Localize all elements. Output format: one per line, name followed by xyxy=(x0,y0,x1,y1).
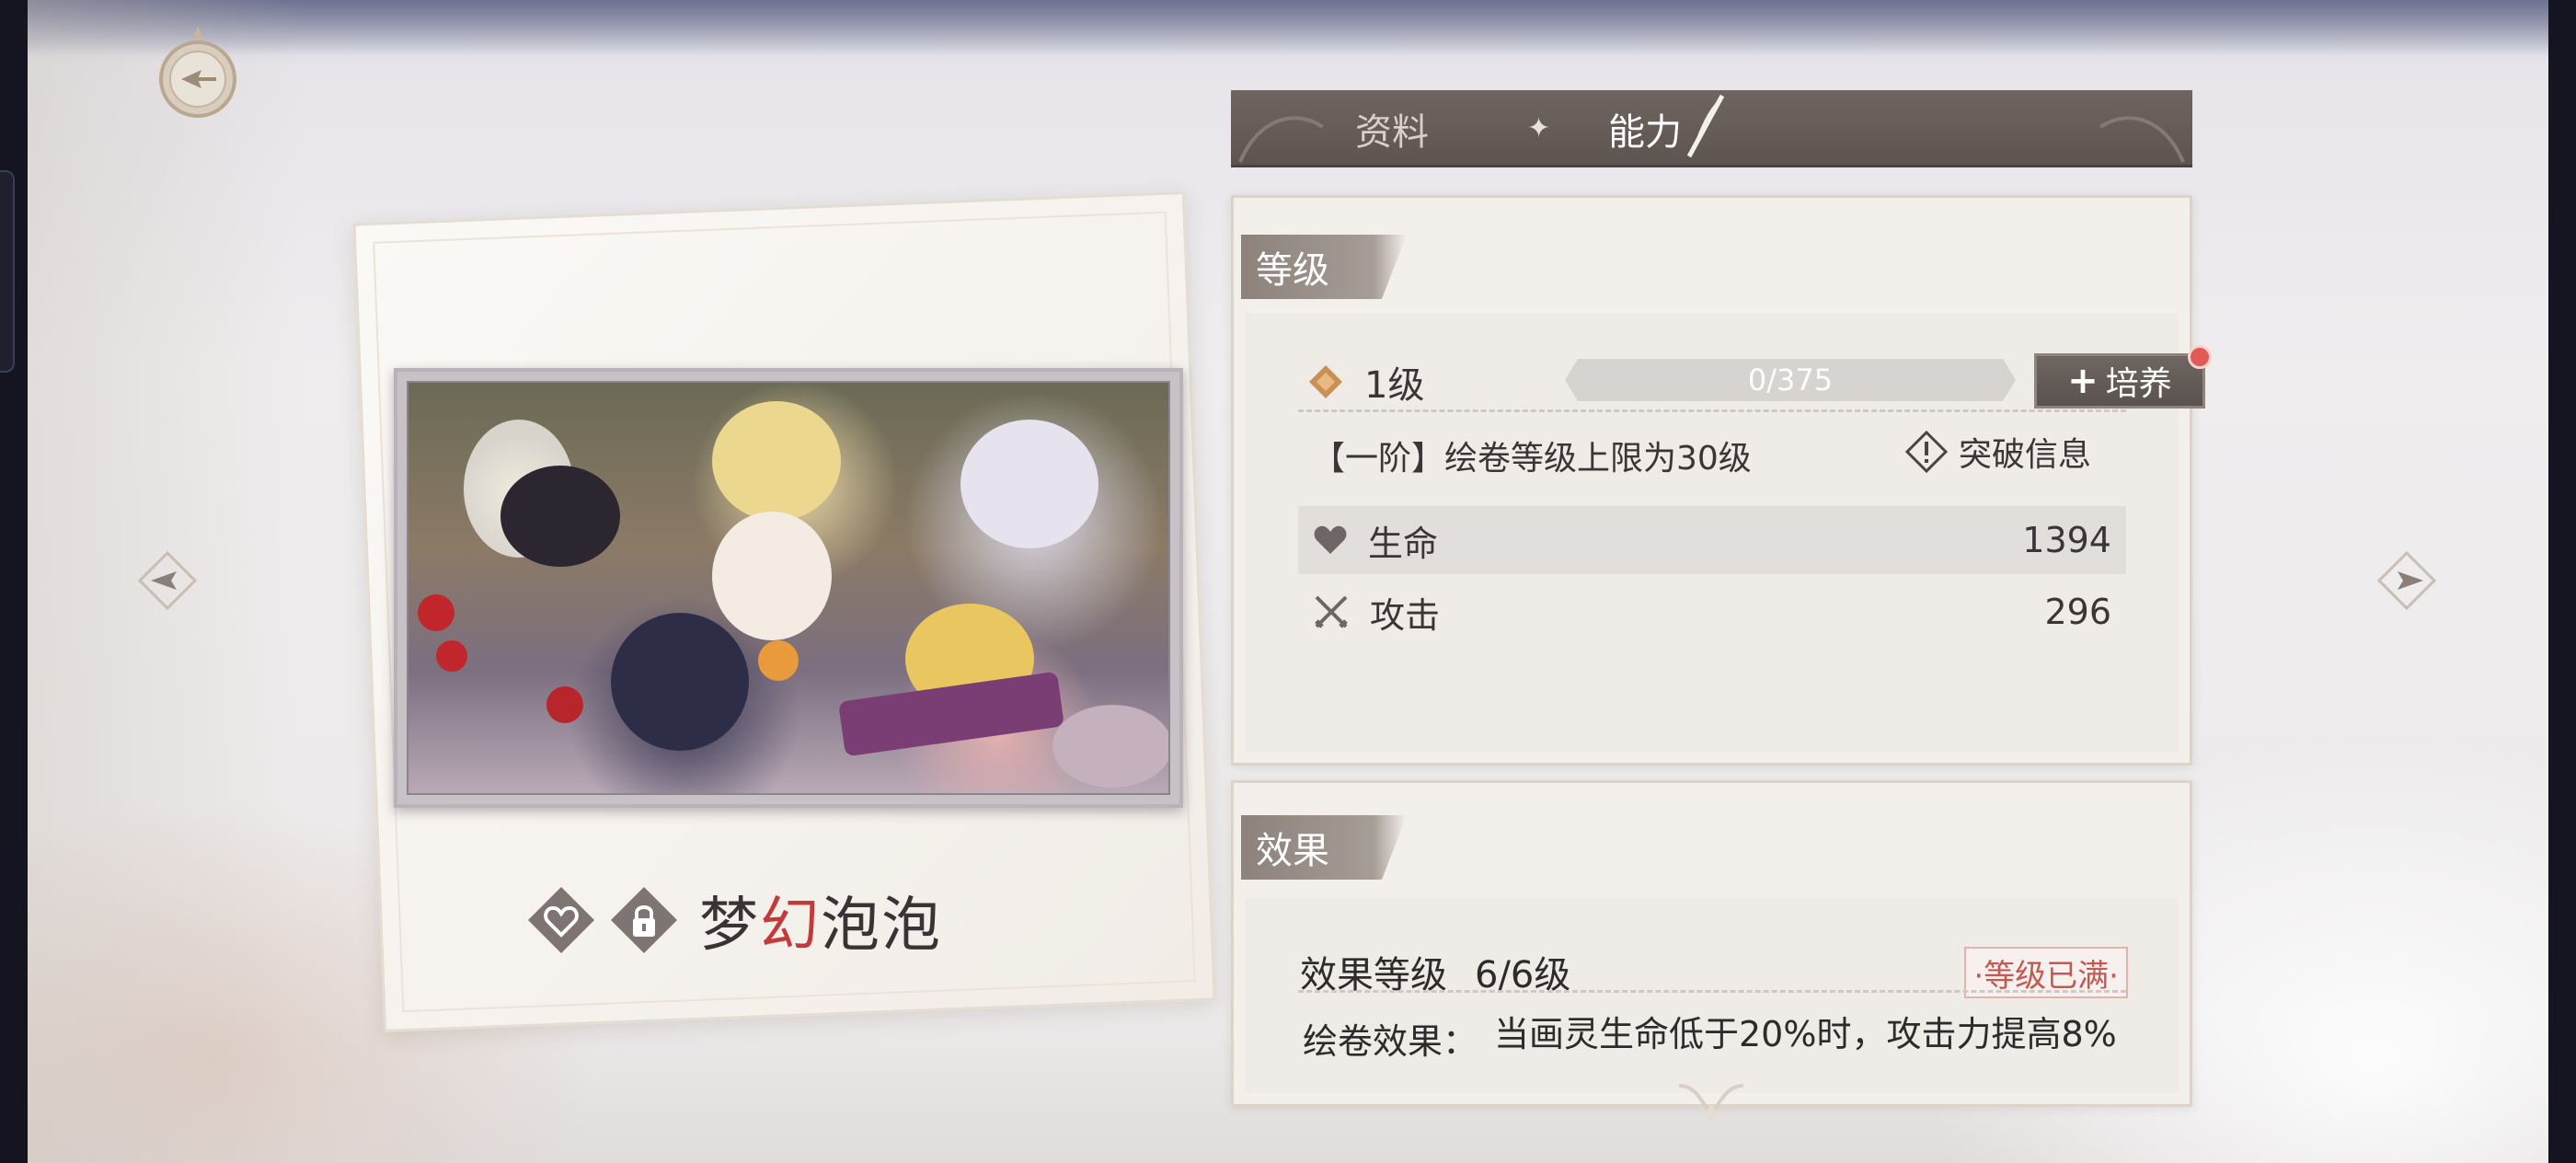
effect-description-label: 绘卷效果： xyxy=(1303,1021,1478,1062)
card-title: 梦幻泡泡 xyxy=(699,878,942,962)
next-card-button[interactable] xyxy=(2374,547,2440,614)
card-illustration xyxy=(394,368,1183,808)
effect-section-header: 效果 xyxy=(1241,815,1407,880)
effect-panel: 效果 效果等级 6/6级 ·等级已满· 绘卷效果： 当画灵生命低于20%时，攻击… xyxy=(1231,780,2192,1107)
stat-value: 1394 xyxy=(2022,520,2111,560)
card-title-part: 泡泡 xyxy=(821,892,942,960)
stat-value: 296 xyxy=(2044,592,2111,632)
tab-separator-icon: ✦ xyxy=(1527,112,1551,144)
train-button-label: 培养 xyxy=(2105,365,2172,403)
back-button[interactable] xyxy=(143,18,253,129)
divider xyxy=(1298,409,2126,412)
art-character-navy-hair xyxy=(611,613,749,751)
level-section-header: 等级 xyxy=(1241,235,1407,299)
art-rose xyxy=(546,686,583,723)
crossed-swords-icon xyxy=(1315,595,1348,628)
effect-header-label: 效果 xyxy=(1256,830,1329,872)
plus-icon: + xyxy=(2067,360,2099,402)
art-character-silver-hair xyxy=(960,420,1098,548)
level-panel: 等级 1级 0/375 + 培养 【一阶】绘卷等级上限为30级 突破信息 生命 xyxy=(1231,195,2212,766)
level-header-label: 等级 xyxy=(1256,249,1329,292)
side-pull-tab[interactable] xyxy=(0,170,15,373)
stat-name: 生命 xyxy=(1368,523,1439,564)
right-edge xyxy=(2548,0,2576,1163)
back-arrow-icon xyxy=(159,26,236,118)
train-button[interactable]: + 培养 xyxy=(2034,345,2212,409)
level-diamond-icon xyxy=(1309,365,1342,398)
rank-limit-text: 【一阶】绘卷等级上限为30级 xyxy=(1312,440,1752,478)
quill-pen-icon xyxy=(1686,94,1725,158)
card-title-part: 梦 xyxy=(699,892,760,960)
tab-bar: 资料 ✦ 能力 xyxy=(1231,90,2192,167)
ornament-icon xyxy=(1678,1084,1744,1123)
tab-profile-label: 资料 xyxy=(1355,111,1429,154)
tab-ability[interactable]: 能力 xyxy=(1608,90,1728,167)
tab-profile[interactable]: 资料 xyxy=(1355,90,1429,167)
card-title-row: 梦幻泡泡 xyxy=(526,874,942,966)
stat-name: 攻击 xyxy=(1370,594,1441,636)
stat-row-hp: 生命 1394 xyxy=(1298,506,2126,574)
effect-level-row: 效果等级 6/6级 ·等级已满· xyxy=(1300,939,2128,1004)
tab-ability-label: 能力 xyxy=(1608,111,1682,154)
divider xyxy=(1298,990,2126,993)
art-character-white-outfit xyxy=(712,512,832,640)
level-progress-text: 0/375 xyxy=(1747,363,1834,397)
favorite-button[interactable] xyxy=(526,885,596,955)
art-rose xyxy=(436,640,467,672)
level-value: 1级 xyxy=(1364,364,1425,407)
art-orange-flower xyxy=(758,640,799,681)
scroll-ornament-icon xyxy=(1670,1077,1753,1132)
art-character-dark-hair xyxy=(500,466,620,567)
art-cloud xyxy=(1052,705,1168,788)
lock-button[interactable] xyxy=(609,885,679,955)
breakthrough-info-button[interactable]: 突破信息 xyxy=(1905,428,2091,476)
exclamation-diamond-icon xyxy=(1905,431,1948,473)
illustration-art xyxy=(407,381,1170,795)
lock-icon xyxy=(611,887,677,953)
level-progress-bar: 0/375 xyxy=(1565,359,2016,401)
effect-description-text: 当画灵生命低于20%时，攻击力提高8% xyxy=(1494,1014,2117,1054)
heart-icon xyxy=(528,887,594,953)
right-arrow-icon xyxy=(2376,550,2437,611)
art-rose xyxy=(418,594,454,631)
card-title-accent: 幻 xyxy=(760,892,821,960)
art-character-blonde xyxy=(712,401,841,521)
heart-icon xyxy=(1314,525,1347,554)
left-arrow-icon xyxy=(137,550,198,611)
top-banner xyxy=(28,0,2548,55)
breakthrough-info-label: 突破信息 xyxy=(1959,436,2092,474)
previous-card-button[interactable] xyxy=(134,547,201,614)
stat-row-attack: 攻击 296 xyxy=(1298,578,2126,646)
notification-dot xyxy=(2188,345,2212,369)
